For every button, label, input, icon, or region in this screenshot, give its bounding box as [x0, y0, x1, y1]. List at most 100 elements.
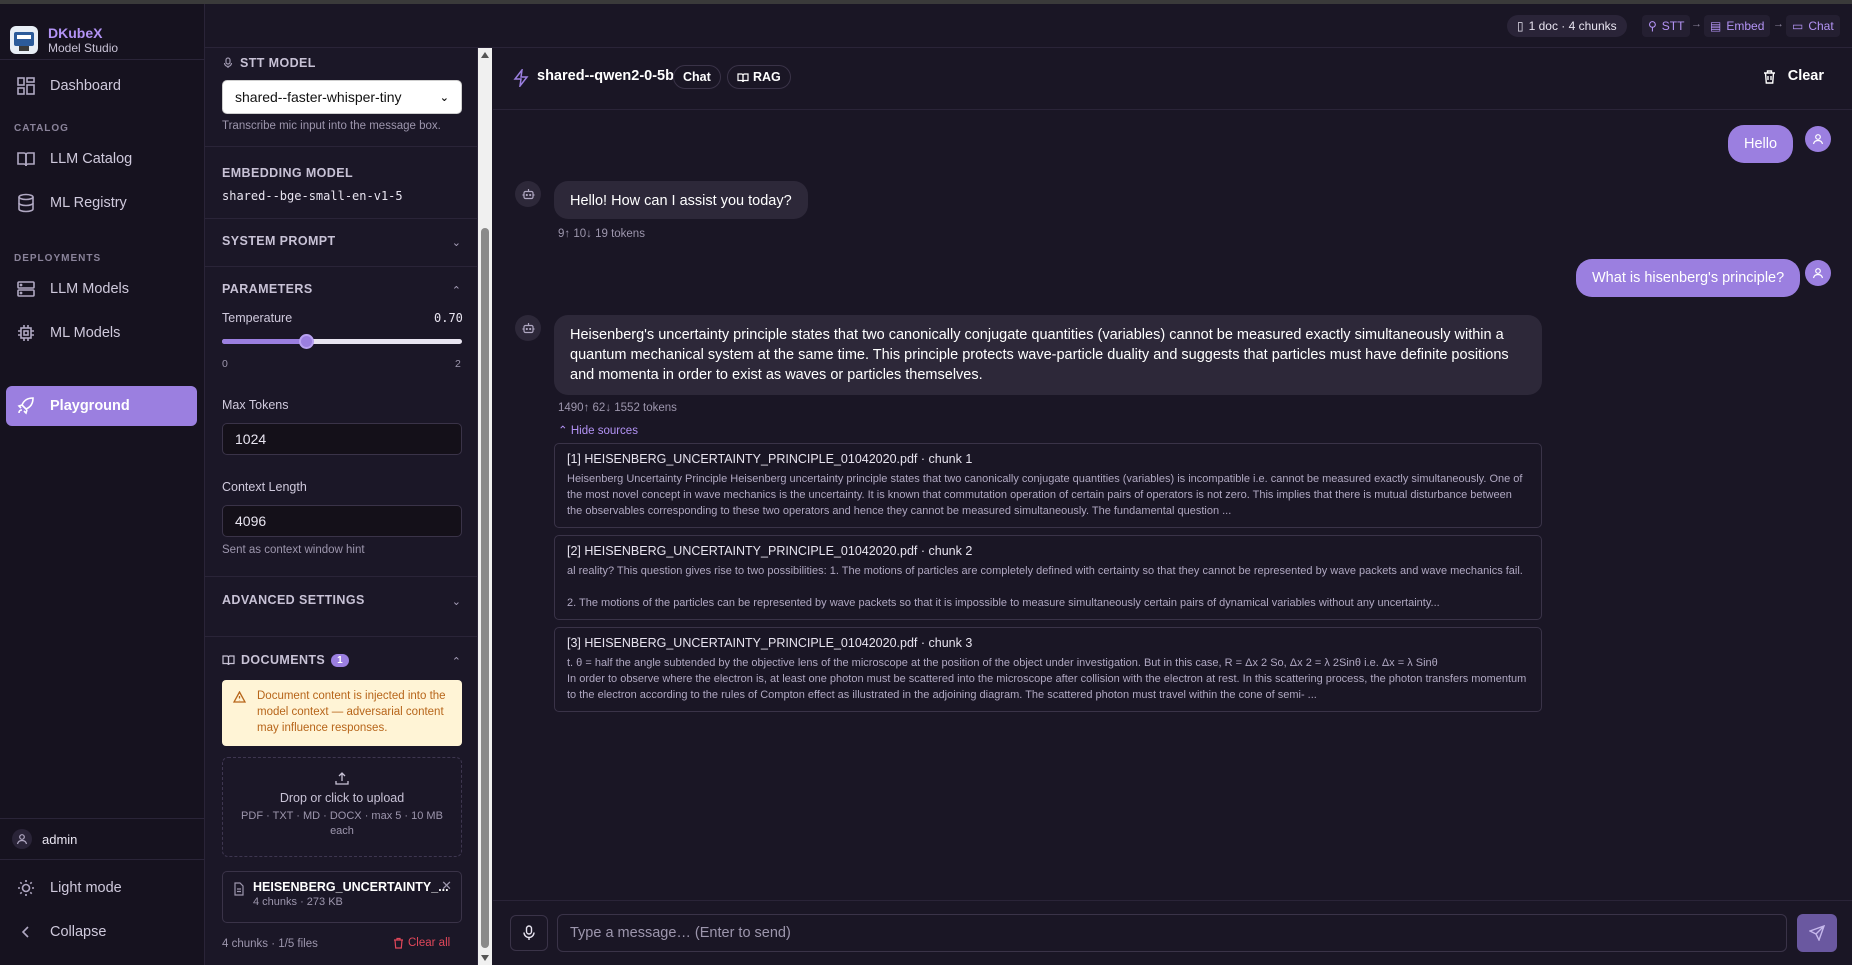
mic-icon	[223, 57, 233, 68]
max-tokens-input[interactable]: 1024	[222, 423, 462, 455]
sidebar: DKubeX Model Studio Dashboard CATALOG LL…	[0, 4, 205, 965]
source-text: Heisenberg Uncertainty Principle Heisenb…	[567, 473, 1523, 517]
message-input[interactable]: Type a message… (Enter to send)	[557, 914, 1787, 952]
source-text: 2. The motions of the particles can be r…	[567, 597, 1440, 609]
grid-icon	[17, 77, 35, 95]
logo-icon	[10, 25, 38, 54]
cpu-icon	[18, 325, 34, 341]
file-icon	[234, 882, 244, 896]
trash-icon	[1763, 69, 1775, 84]
warning-icon	[233, 691, 246, 703]
settings-scrollbar[interactable]	[478, 48, 492, 965]
user-name: admin	[42, 831, 78, 847]
uploaded-file: HEISENBERG_UNCERTAINTY_... 4 chunks · 27…	[222, 871, 462, 923]
book-icon	[17, 152, 35, 167]
stt-model-select[interactable]: shared--faster-whisper-tiny ⌄	[222, 80, 462, 114]
brand[interactable]: DKubeX Model Studio	[0, 4, 204, 59]
chevron-down-icon: ⌄	[451, 237, 461, 249]
scroll-up-icon[interactable]	[481, 52, 489, 58]
clear-all-button[interactable]: Clear all	[393, 937, 450, 949]
sidebar-item-playground[interactable]: Playground	[6, 386, 197, 426]
tag-rag: RAG	[727, 65, 791, 89]
source-text: al reality? This question gives rise to …	[567, 565, 1523, 577]
sidebar-item-label: ML Registry	[50, 195, 127, 211]
brand-subtitle: Model Studio	[48, 40, 119, 55]
sidebar-item-label: ML Models	[50, 325, 121, 341]
sidebar-item-label: LLM Catalog	[50, 151, 133, 167]
arrow-icon: →	[1691, 18, 1702, 30]
tag-chat: Chat	[673, 65, 721, 89]
context-hint: Sent as context window hint	[222, 544, 365, 556]
injection-warning: Document content is injected into the mo…	[222, 680, 462, 746]
source-title: [2] HEISENBERG_UNCERTAINTY_PRINCIPLE_010…	[567, 544, 973, 558]
drop-hint: PDF · TXT · MD · DOCX · max 5 · 10 MB ea…	[241, 810, 443, 837]
mic-button[interactable]	[510, 915, 548, 951]
chevron-up-icon: ⌃	[558, 425, 568, 437]
chevron-up-icon: ⌃	[451, 656, 461, 668]
token-meta: 9↑ 10↓ 19 tokens	[558, 228, 645, 240]
book-icon	[737, 72, 749, 82]
user-icon	[12, 829, 32, 849]
sun-icon	[18, 880, 34, 896]
sidebar-item-label: LLM Models	[50, 281, 129, 297]
sidebar-item-dashboard[interactable]: Dashboard	[6, 66, 197, 106]
slider-fill	[222, 339, 306, 344]
server-icon	[17, 281, 35, 297]
database-icon	[18, 193, 34, 213]
slider-min: 0	[222, 358, 228, 370]
user-menu[interactable]: admin	[0, 818, 205, 860]
sidebar-item-llm-catalog[interactable]: LLM Catalog	[6, 139, 197, 179]
collapse-label: Collapse	[50, 924, 107, 940]
source-card[interactable]: [3] HEISENBERG_UNCERTAINTY_PRINCIPLE_010…	[554, 627, 1542, 712]
model-name: shared--qwen2-0-5b	[537, 68, 674, 84]
embed-pill: ▤ Embed	[1704, 15, 1771, 37]
send-button[interactable]	[1797, 914, 1837, 952]
clear-chat-button[interactable]: Clear	[1763, 68, 1824, 84]
embedding-section-title: EMBEDDING MODEL	[222, 166, 353, 180]
documents-footer: 4 chunks · 1/5 files	[222, 938, 318, 950]
scroll-thumb[interactable]	[481, 228, 489, 948]
mic-icon	[523, 925, 535, 940]
sidebar-item-ml-models[interactable]: ML Models	[6, 313, 197, 353]
assistant-message: Heisenberg's uncertainty principle state…	[554, 315, 1542, 395]
settings-panel: STT MODEL shared--faster-whisper-tiny ⌄ …	[205, 48, 478, 965]
sidebar-item-llm-models[interactable]: LLM Models	[6, 269, 197, 309]
source-title: [3] HEISENBERG_UNCERTAINTY_PRINCIPLE_010…	[567, 636, 973, 650]
temperature-label: Temperature	[222, 311, 293, 325]
sidebar-item-label: Playground	[50, 398, 130, 414]
context-length-input[interactable]: 4096	[222, 505, 462, 537]
light-mode-toggle[interactable]: Light mode	[6, 868, 197, 908]
mic-icon: ⚲	[1648, 19, 1657, 33]
upload-icon	[335, 772, 349, 785]
section-deployments: DEPLOYMENTS	[14, 253, 102, 264]
collapse-button[interactable]: Collapse	[6, 912, 197, 952]
source-card[interactable]: [1] HEISENBERG_UNCERTAINTY_PRINCIPLE_010…	[554, 443, 1542, 528]
user-avatar-icon	[1805, 126, 1831, 152]
chat-icon: ▭	[1792, 19, 1804, 33]
hide-sources-toggle[interactable]: ⌃ Hide sources	[558, 423, 638, 437]
system-prompt-toggle[interactable]: SYSTEM PROMPT	[222, 234, 336, 248]
send-icon	[1809, 925, 1825, 941]
chevron-down-icon: ⌄	[451, 596, 461, 608]
sidebar-item-ml-registry[interactable]: ML Registry	[6, 183, 197, 223]
light-mode-label: Light mode	[50, 880, 122, 896]
close-icon[interactable]: ✕	[441, 878, 452, 894]
stt-section-title: STT MODEL	[222, 56, 316, 70]
max-tokens-label: Max Tokens	[222, 398, 289, 412]
documents-toggle[interactable]: DOCUMENTS 1	[222, 653, 350, 667]
bot-avatar-icon	[515, 315, 541, 341]
source-card[interactable]: [2] HEISENBERG_UNCERTAINTY_PRINCIPLE_010…	[554, 535, 1542, 620]
documents-count-badge: 1	[331, 653, 350, 667]
chat-header: shared--qwen2-0-5b Chat RAG Clear	[493, 48, 1852, 110]
composer: Type a message… (Enter to send)	[493, 900, 1852, 965]
docs-pill: ▯ 1 doc · 4 chunks	[1507, 15, 1627, 37]
assistant-message: Hello! How can I assist you today?	[554, 181, 808, 219]
scroll-down-icon[interactable]	[481, 955, 489, 961]
upload-dropzone[interactable]: Drop or click to upload PDF · TXT · MD ·…	[222, 757, 462, 857]
parameters-toggle[interactable]: PARAMETERS	[222, 282, 313, 296]
advanced-settings-toggle[interactable]: ADVANCED SETTINGS	[222, 593, 365, 607]
file-name: HEISENBERG_UNCERTAINTY_...	[253, 880, 449, 894]
slider-knob[interactable]	[299, 334, 314, 349]
temperature-slider[interactable]	[222, 334, 462, 349]
chat-pill: ▭ Chat	[1786, 15, 1840, 37]
